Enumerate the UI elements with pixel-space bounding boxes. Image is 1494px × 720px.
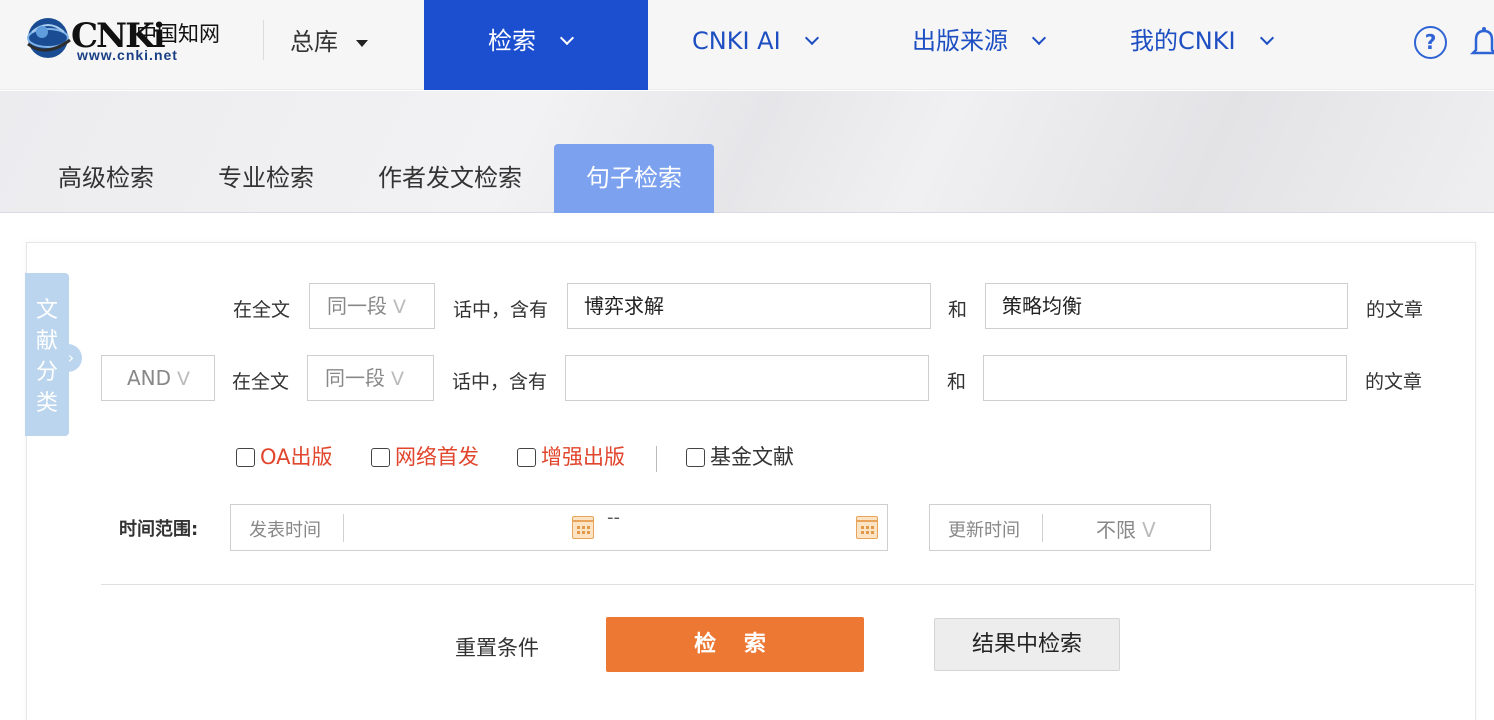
row1-prefix: 在全文 <box>233 299 291 321</box>
checkbox-icon <box>517 448 536 467</box>
row2-term1-input[interactable] <box>565 355 929 401</box>
filter-fund-checkbox[interactable]: 基金文献 <box>686 444 794 470</box>
dropdown-chevron-icon: V <box>1142 518 1156 542</box>
chevron-down-icon <box>804 30 819 46</box>
filter-enhanced-label: 增强出版 <box>541 445 625 469</box>
dropdown-chevron-icon: V <box>393 296 406 318</box>
reset-button[interactable]: 重置条件 <box>455 632 539 662</box>
nav-cnki-ai-label: CNKI AI <box>692 27 781 55</box>
row1-connector: 话中，含有 <box>453 299 549 321</box>
row2-logic-value: AND <box>127 366 172 390</box>
row1-scope-value: 同一段 <box>327 294 387 318</box>
filter-enhanced-checkbox[interactable]: 增强出版 <box>517 444 625 470</box>
calendar-icon[interactable] <box>572 516 594 539</box>
filter-fund-label: 基金文献 <box>710 445 794 469</box>
filter-online-first-label: 网络首发 <box>395 445 479 469</box>
nav-sources-label: 出版来源 <box>912 27 1008 55</box>
dropdown-chevron-icon: V <box>177 368 191 390</box>
checkbox-icon <box>686 448 705 467</box>
row2-prefix: 在全文 <box>232 371 290 393</box>
checkbox-icon <box>371 448 390 467</box>
nav-search-label: 检索 <box>488 0 575 82</box>
nav-my-cnki-menu[interactable]: 我的CNKI <box>1130 0 1274 82</box>
row1-suffix: 的文章 <box>1366 299 1424 321</box>
row1-and-label: 和 <box>948 299 968 321</box>
library-label: 总库 <box>290 28 338 56</box>
logo-chinese-text: 中国知网 <box>136 22 220 46</box>
bell-icon[interactable] <box>1470 24 1494 60</box>
row2-suffix: 的文章 <box>1365 371 1423 393</box>
row2-logic-select[interactable]: AND V <box>101 355 215 401</box>
logo-url-text: www.cnki.net <box>77 47 178 63</box>
row1-term1-input[interactable]: 博弈求解 <box>567 283 931 329</box>
nav-sources-menu[interactable]: 出版来源 <box>912 0 1047 82</box>
date-label-divider <box>343 514 344 542</box>
search-button[interactable]: 检 索 <box>606 617 864 672</box>
filter-online-first-checkbox[interactable]: 网络首发 <box>371 444 479 470</box>
tab-sentence-search[interactable]: 句子检索 <box>554 144 714 213</box>
row2-scope-value: 同一段 <box>325 366 385 390</box>
update-time-label: 更新时间 <box>948 520 1020 541</box>
publish-date-range: 发表时间 -- <box>230 504 888 551</box>
chevron-down-icon <box>559 30 575 46</box>
row2-term2-input[interactable] <box>983 355 1347 401</box>
time-range-label: 时间范围: <box>119 519 199 540</box>
start-date-input[interactable] <box>345 505 595 550</box>
row2-scope-select[interactable]: 同一段 V <box>307 355 434 401</box>
caret-down-icon <box>356 39 368 47</box>
search-type-band: 高级检索 专业检索 作者发文检索 句子检索 <box>0 91 1494 213</box>
cnki-logo[interactable]: CNKi 中国知网 www.cnki.net <box>26 14 236 66</box>
nav-search-menu[interactable]: 检索 <box>424 0 648 90</box>
actions-divider <box>101 584 1474 585</box>
calendar-icon[interactable] <box>856 516 878 539</box>
update-time-value-text: 不限 <box>1096 518 1136 542</box>
row2-and-label: 和 <box>947 371 967 393</box>
category-tab-label: 文献分类 <box>36 298 59 416</box>
logo-divider <box>263 20 264 60</box>
nav-cnki-ai-menu[interactable]: CNKI AI <box>692 0 819 82</box>
dropdown-chevron-icon: V <box>391 368 404 390</box>
chevron-down-icon <box>1031 30 1047 46</box>
end-date-input[interactable] <box>631 505 851 550</box>
filter-oa-label: OA出版 <box>260 445 333 469</box>
row2-connector: 话中，含有 <box>452 371 548 393</box>
help-icon[interactable]: ? <box>1414 26 1447 59</box>
update-time-value: 不限 V <box>1096 514 1156 543</box>
search-within-results-button[interactable]: 结果中检索 <box>934 618 1120 671</box>
library-dropdown[interactable]: 总库 <box>290 24 368 60</box>
row1-term2-input[interactable]: 策略均衡 <box>985 283 1348 329</box>
publish-date-label: 发表时间 <box>249 520 321 541</box>
tab-professional-search[interactable]: 专业检索 <box>218 144 314 213</box>
nav-search-text: 检索 <box>488 27 536 55</box>
nav-my-cnki-label: 我的CNKI <box>1130 27 1236 55</box>
chevron-down-icon <box>1259 30 1274 46</box>
update-time-select[interactable]: 更新时间 不限 V <box>929 504 1211 551</box>
date-range-separator: -- <box>607 507 620 528</box>
filter-divider <box>656 446 657 472</box>
top-navigation-bar: CNKi 中国知网 www.cnki.net 总库 检索 CNKI AI 出版来… <box>0 0 1494 90</box>
tab-author-search[interactable]: 作者发文检索 <box>378 144 522 213</box>
row1-scope-select[interactable]: 同一段 V <box>309 283 435 329</box>
update-label-divider <box>1042 514 1043 542</box>
tab-advanced-search[interactable]: 高级检索 <box>58 144 154 213</box>
filter-oa-checkbox[interactable]: OA出版 <box>236 444 333 470</box>
checkbox-icon <box>236 448 255 467</box>
